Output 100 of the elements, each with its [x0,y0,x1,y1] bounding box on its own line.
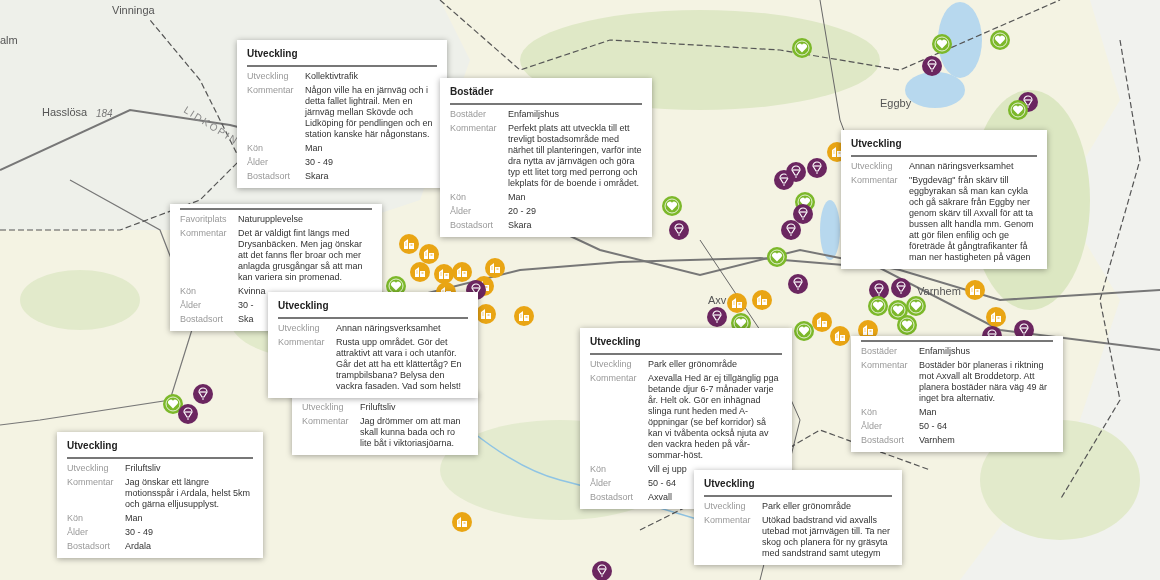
field-label: Kommentar [247,85,294,97]
lightbulb-marker-icon[interactable] [592,561,612,580]
field-label: Ålder [861,421,882,432]
field-value: Annan näringsverksamhet [909,161,1014,172]
field-value: Perfekt plats att utveckla till ett trevligt bostadsområde med närhet till planteringen, varför inte dra nytta av järnvägen och göra typ ett litet torg med perrong och lekplats för de boende i området. [508,123,642,189]
field-label: Kön [861,407,877,418]
field-label: Kön [67,513,83,524]
field-label: Ålder [67,527,88,538]
building-marker-icon[interactable] [752,290,772,310]
field-value: Park eller grönområde [648,359,738,370]
building-marker-icon[interactable] [965,280,985,300]
popup-title: Utveckling [278,298,468,319]
lightbulb-marker-icon[interactable] [788,274,808,294]
field-label: Bostadsort [180,314,224,325]
field-value: 30 - 49 [125,527,154,538]
heart-marker-icon[interactable] [662,196,682,216]
field-label: Utveckling [302,402,344,413]
lightbulb-marker-icon[interactable] [193,384,213,404]
field-value: Jag drömmer om att man skall kunna bada och ro lite båt i viktoriasjöarna. [360,416,462,449]
field-value: 30 - [238,300,254,311]
field-label: Kön [247,143,263,154]
building-marker-icon[interactable] [812,312,832,332]
field-label: Ålder [180,300,201,311]
field-value: Varnhem [919,435,955,446]
field-label: Bostadsort [590,492,634,503]
road-number-label: 184 [96,107,113,121]
building-marker-icon[interactable] [452,262,472,282]
place-label: alm [0,33,18,48]
field-label: Bostäder [861,346,898,357]
field-label: Kön [590,464,606,475]
heart-marker-icon[interactable] [767,247,787,267]
field-label: Bostäder [450,109,487,120]
field-value: 50 - 64 [648,478,677,489]
lightbulb-marker-icon[interactable] [786,162,806,182]
building-marker-icon[interactable] [830,326,850,346]
field-value: "Bygdeväg" från skärv till eggbyrakan så man kan cykla och gå säkrare från Eggby ner genom skärv till Axvall för att ta bussen allt handla mm. Genom att gör filen enfilig och ge företräde åt gångtrafikanter få man ner hastigheten på vägen [909,175,1035,263]
heart-marker-icon[interactable] [897,315,917,335]
field-value: Park eller grönområde [762,501,852,512]
place-label: Vinninga [112,3,155,18]
field-label: Kommentar [278,337,325,349]
field-label: Kommentar [861,360,908,372]
field-value: Det är väldigt fint längs med Drysanbäcken. Men jag önskar att det fanns fler broar och mer anlagda grusgångar så att man kan variera sin promenad. [238,228,364,283]
field-value: Man [508,192,526,203]
building-marker-icon[interactable] [434,264,454,284]
heart-marker-icon[interactable] [1008,100,1028,120]
field-value: 30 - 49 [305,157,334,168]
field-label: Utveckling [247,71,289,82]
field-value: Skara [305,171,329,182]
field-label: Utveckling [704,501,746,512]
popup-title: Utveckling [67,438,253,459]
building-marker-icon[interactable] [419,244,439,264]
field-value: Vill ej upp [648,464,687,475]
field-value: Friluftsliv [125,463,161,474]
lightbulb-marker-icon[interactable] [707,307,727,327]
field-value: Ska [238,314,254,325]
heart-marker-icon[interactable] [794,321,814,341]
heart-marker-icon[interactable] [163,394,183,414]
field-value: Kollektivtrafik [305,71,358,82]
building-marker-icon[interactable] [514,306,534,326]
field-value: Axvall [648,492,672,503]
building-marker-icon[interactable] [399,234,419,254]
lightbulb-marker-icon[interactable] [781,220,801,240]
field-value: 50 - 64 [919,421,948,432]
place-label: Eggby [880,96,912,111]
field-value: Kvinna [238,286,266,297]
field-label: Bostadsort [861,435,905,446]
place-label: Axv [708,293,727,308]
heart-marker-icon[interactable] [990,30,1010,50]
heart-marker-icon[interactable] [868,296,888,316]
heart-marker-icon[interactable] [906,296,926,316]
building-marker-icon[interactable] [410,262,430,282]
field-value: Friluftsliv [360,402,396,413]
popup-title: Utveckling [247,46,437,67]
lightbulb-marker-icon[interactable] [869,280,889,300]
building-marker-icon[interactable] [485,258,505,278]
building-marker-icon[interactable] [727,293,747,313]
field-value: Naturupplevelse [238,214,304,225]
building-marker-icon[interactable] [452,512,472,532]
field-value: Skara [508,220,532,231]
lightbulb-marker-icon[interactable] [922,56,942,76]
field-value: Enfamiljshus [919,346,971,357]
field-label: Kommentar [590,373,637,385]
heart-marker-icon[interactable] [932,34,952,54]
popup-title: Bostäder [450,84,642,105]
building-marker-icon[interactable] [986,307,1006,327]
lightbulb-marker-icon[interactable] [807,158,827,178]
field-label: Kommentar [67,477,114,489]
lightbulb-marker-icon[interactable] [891,278,911,298]
lightbulb-marker-icon[interactable] [793,204,813,224]
field-value: Rusta upp området. Gör det attraktivt att vara i och utanför. Går det att ha ett klättertåg? En trampbilsbana? Belysa den vackra fasaden. Vad som helst! [336,337,463,392]
field-label: Bostadsort [450,220,494,231]
lightbulb-marker-icon[interactable] [669,220,689,240]
field-label: Utveckling [851,161,893,172]
heart-marker-icon[interactable] [792,38,812,58]
field-value: 20 - 29 [508,206,537,217]
lightbulb-marker-icon[interactable] [178,404,198,424]
field-value: Ardala [125,541,151,552]
field-value: Axevalla Hed är ej tillgänglig pga betande djur 6-7 månader varje år. Helt ok. Gör en inhägnad slinga runt heden med A-öppningar (se bef korridor) så kan vi tvåbenta också njuta av den vackra heden på vår-sommar-höst. [648,373,780,461]
popup-title: Utveckling [704,476,892,497]
field-value: Man [125,513,143,524]
